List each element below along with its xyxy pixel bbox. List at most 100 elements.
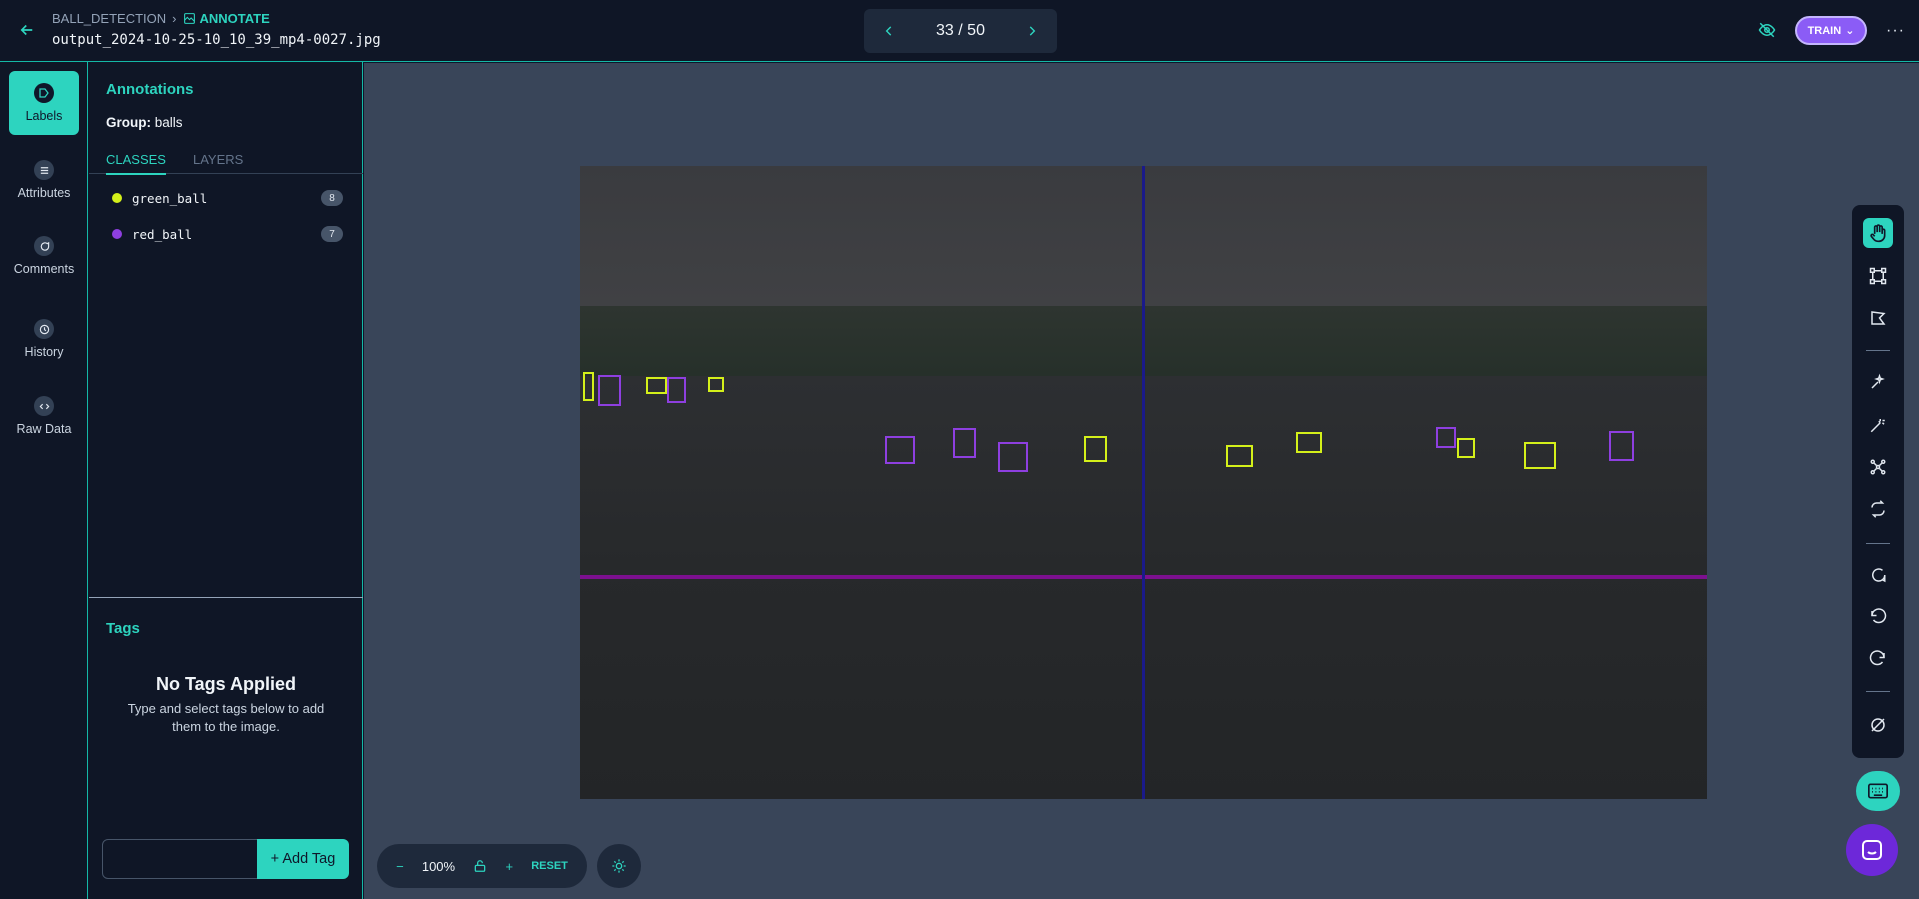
list-icon — [34, 160, 54, 180]
hand-icon — [1870, 224, 1886, 243]
redo-icon — [1869, 650, 1885, 666]
group-value: balls — [154, 115, 183, 130]
panel-tabs: CLASSES LAYERS — [89, 146, 363, 175]
brightness-icon — [612, 859, 626, 873]
magic-wand-icon — [1870, 419, 1885, 433]
reset-zoom-button[interactable]: RESET — [531, 860, 568, 872]
repeat-tool[interactable] — [1863, 494, 1893, 524]
clear-annotations-button[interactable] — [1863, 710, 1893, 740]
vertical-guide-line — [1142, 166, 1145, 799]
red-ball-box[interactable] — [667, 377, 686, 403]
train-button[interactable]: TRAIN ⌄ — [1795, 16, 1867, 45]
tags-title: Tags — [106, 620, 140, 637]
class-row-red-ball[interactable]: red_ball 7 — [89, 219, 363, 249]
zoom-controls: − 100% + RESET — [377, 844, 587, 888]
tab-layers[interactable]: LAYERS — [193, 152, 243, 167]
back-arrow-icon[interactable] — [18, 21, 36, 39]
class-color-dot — [112, 229, 122, 239]
pan-tool[interactable] — [1863, 218, 1893, 248]
annotations-panel: Annotations Group: balls CLASSES LAYERS … — [89, 62, 363, 899]
bounding-box-icon — [1869, 267, 1887, 285]
keyboard-shortcuts-button[interactable] — [1856, 771, 1900, 811]
chat-icon — [1862, 840, 1882, 860]
green-ball-box[interactable] — [1296, 432, 1322, 453]
comment-icon — [34, 236, 54, 256]
annotations-title: Annotations — [106, 81, 194, 98]
green-ball-box[interactable] — [1457, 438, 1475, 458]
green-ball-box[interactable] — [646, 377, 667, 394]
toolbar-divider — [1866, 350, 1890, 351]
tool-palette — [1852, 205, 1904, 758]
support-chat-button[interactable] — [1846, 824, 1898, 876]
left-nav: Labels Attributes Comments History Raw D… — [0, 62, 88, 899]
toolbar-divider — [1866, 691, 1890, 692]
hide-annotations-icon[interactable] — [1758, 21, 1776, 39]
tags-section: Tags No Tags Applied Type and select tag… — [89, 597, 363, 899]
red-ball-box[interactable] — [598, 375, 621, 406]
code-icon — [34, 396, 54, 416]
undo-icon — [1871, 608, 1887, 624]
polygon-tool[interactable] — [1863, 303, 1893, 333]
zoom-out-button[interactable]: − — [396, 859, 404, 874]
breadcrumb-project[interactable]: BALL_DETECTION — [52, 11, 166, 26]
repeat-icon — [1871, 500, 1885, 518]
group-info: Group: balls — [106, 115, 183, 130]
redo-button[interactable] — [1863, 644, 1893, 674]
green-ball-box[interactable] — [1524, 442, 1556, 469]
comment-tool[interactable] — [1863, 560, 1893, 590]
annotate-icon — [183, 13, 195, 24]
keypoint-icon — [1870, 459, 1886, 475]
annotation-image[interactable] — [580, 166, 1707, 799]
zoom-level: 100% — [421, 858, 456, 874]
red-ball-box[interactable] — [1436, 427, 1456, 448]
nav-history[interactable]: History — [9, 307, 79, 371]
tag-input[interactable] — [102, 839, 258, 879]
add-tag-button[interactable]: + Add Tag — [257, 839, 349, 879]
chevron-down-icon: ⌄ — [1845, 25, 1855, 37]
polygon-icon — [1871, 311, 1886, 325]
no-tags-description: Type and select tags below to add them t… — [127, 701, 325, 734]
nav-comments[interactable]: Comments — [9, 224, 79, 288]
previous-image-icon[interactable] — [882, 24, 896, 38]
zoom-in-button[interactable]: + — [505, 859, 513, 874]
no-tags-title: No Tags Applied — [155, 674, 296, 694]
undo-button[interactable] — [1863, 602, 1893, 632]
red-ball-box[interactable] — [953, 428, 976, 458]
null-icon — [1871, 718, 1885, 732]
green-ball-box[interactable] — [583, 372, 594, 401]
smart-select-tool[interactable] — [1863, 367, 1893, 397]
green-ball-box[interactable] — [1084, 436, 1107, 462]
more-options-icon[interactable]: ··· — [1886, 22, 1905, 40]
canvas-area[interactable] — [364, 63, 1919, 899]
class-count-badge: 8 — [321, 190, 343, 206]
magic-wand-tool[interactable] — [1863, 410, 1893, 440]
red-ball-box[interactable] — [885, 436, 915, 464]
keypoint-tool[interactable] — [1863, 452, 1893, 482]
page-indicator: 33 / 50 — [936, 22, 985, 39]
red-ball-box[interactable] — [998, 442, 1028, 472]
green-ball-box[interactable] — [708, 377, 724, 392]
file-name: output_2024-10-25-10_10_39_mp4-0027.jpg — [52, 32, 381, 48]
nav-raw-data[interactable]: Raw Data — [9, 384, 79, 448]
breadcrumb: BALL_DETECTION › ANNOTATE — [52, 11, 270, 26]
brightness-button[interactable] — [597, 844, 641, 888]
nav-attributes[interactable]: Attributes — [9, 148, 79, 212]
class-name: green_ball — [132, 190, 208, 206]
class-count-badge: 7 — [321, 226, 343, 242]
top-bar: BALL_DETECTION › ANNOTATE output_2024-10… — [0, 0, 1919, 62]
breadcrumb-current: ANNOTATE — [183, 11, 270, 26]
lock-icon[interactable] — [473, 859, 487, 873]
tab-classes[interactable]: CLASSES — [106, 152, 166, 175]
class-name: red_ball — [132, 226, 193, 242]
nav-labels[interactable]: Labels — [9, 71, 79, 135]
label-icon — [34, 83, 54, 103]
comment-bubble-icon — [1872, 568, 1886, 583]
image-pager: 33 / 50 — [864, 9, 1057, 53]
red-ball-box[interactable] — [1609, 431, 1634, 461]
class-row-green-ball[interactable]: green_ball 8 — [89, 183, 363, 213]
toolbar-divider — [1866, 543, 1890, 544]
green-ball-box[interactable] — [1226, 445, 1253, 467]
next-image-icon[interactable] — [1025, 24, 1039, 38]
bounding-box-tool[interactable] — [1863, 261, 1893, 291]
sparkle-select-icon — [1871, 373, 1885, 389]
